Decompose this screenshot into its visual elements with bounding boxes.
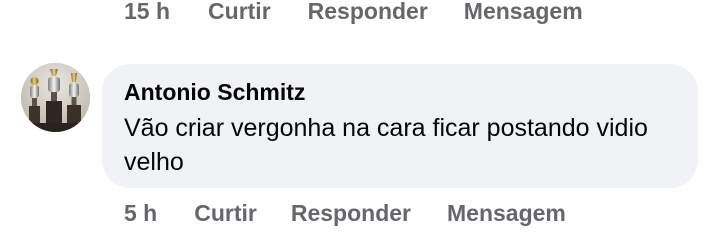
previous-comment-timestamp[interactable]: 15 h: [124, 0, 170, 25]
avatar[interactable]: [21, 63, 90, 132]
previous-comment-actions: 15 h Curtir Responder Mensagem: [124, 0, 583, 25]
comment-author-name[interactable]: Antonio Schmitz: [124, 78, 676, 106]
comment-actions: 5 h Curtir Responder Mensagem: [124, 200, 566, 227]
trophy-cups-photo-icon: [21, 63, 90, 132]
previous-comment-like-button[interactable]: Curtir: [208, 0, 271, 25]
like-button[interactable]: Curtir: [194, 200, 257, 227]
message-button[interactable]: Mensagem: [447, 200, 566, 227]
reply-button[interactable]: Responder: [291, 200, 411, 227]
comment-timestamp[interactable]: 5 h: [124, 200, 157, 227]
previous-comment-reply-button[interactable]: Responder: [308, 0, 428, 25]
comment-text: Vão criar vergonha na cara ficar postand…: [124, 114, 648, 176]
previous-comment-message-button[interactable]: Mensagem: [464, 0, 583, 25]
comment-bubble: Antonio Schmitz Vão criar vergonha na ca…: [102, 64, 698, 188]
